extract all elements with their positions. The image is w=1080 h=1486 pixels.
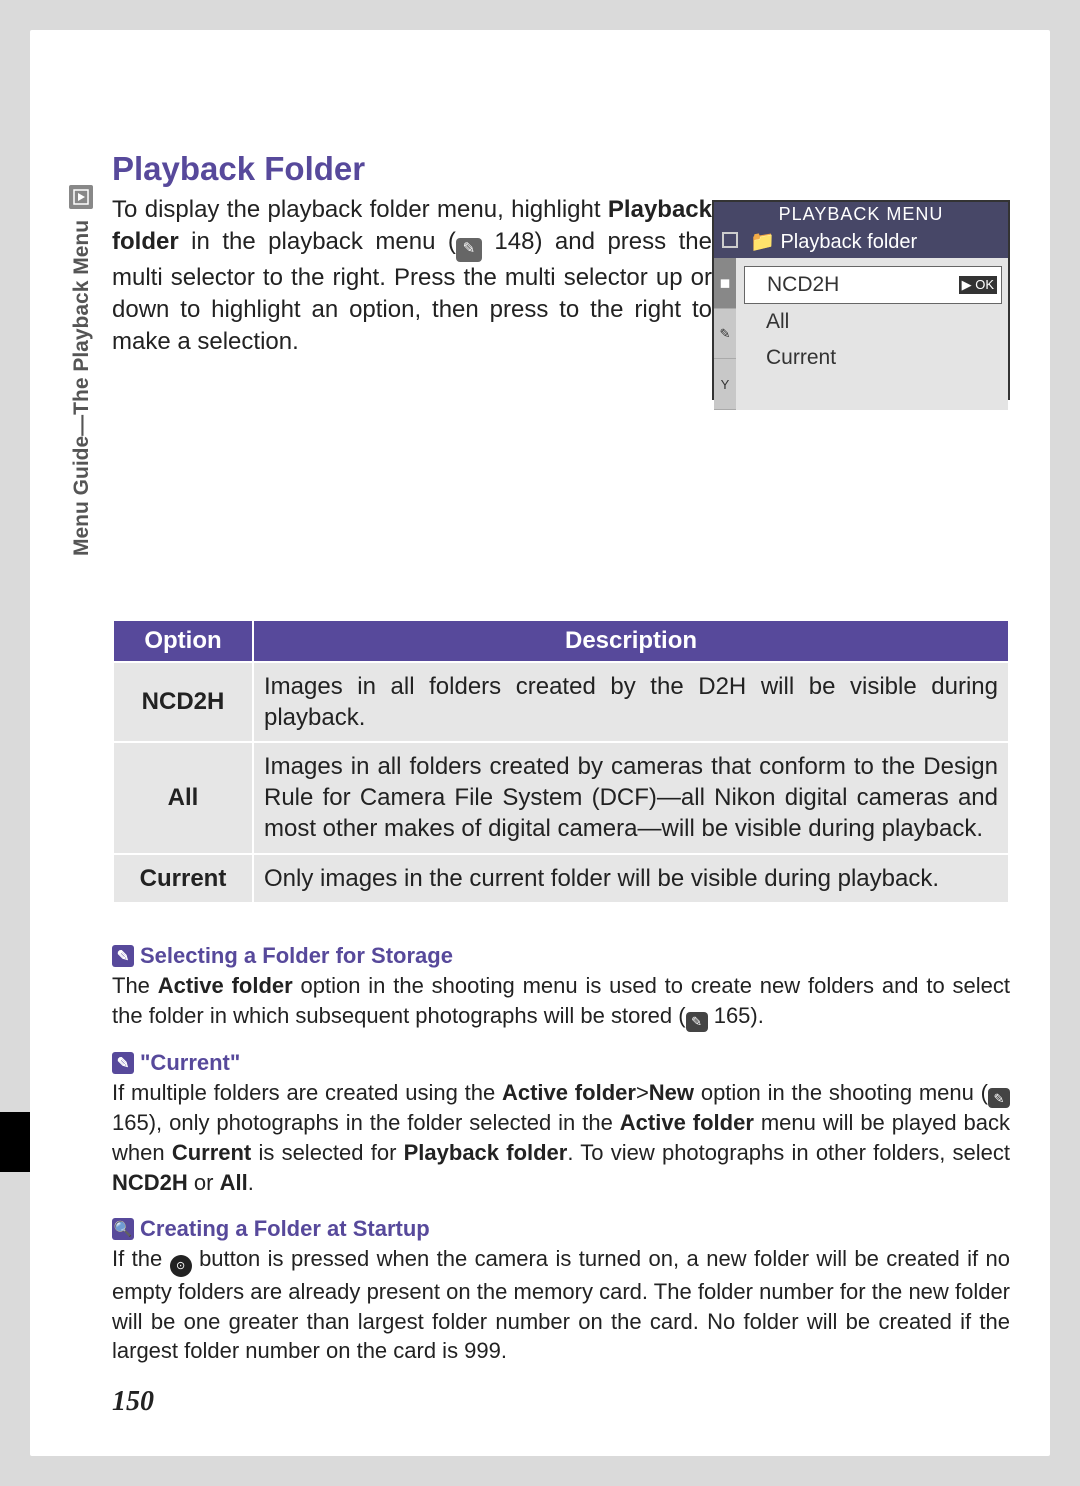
lcd-tab-wrench-icon: Y	[714, 359, 736, 410]
camera-lcd-mock: PLAYBACK MENU 📁 Playback folder ◼ ✎ Y NC…	[712, 200, 1010, 400]
desc-cell: Images in all folders created by the D2H…	[253, 662, 1009, 742]
intro-text: To display the playback folder menu, hig…	[112, 196, 608, 223]
note-text: If multiple folders are created using th…	[112, 1080, 502, 1105]
lcd-tab-pencil-icon: ✎	[714, 309, 736, 360]
opt-cell: Current	[113, 854, 253, 903]
intro-text: in the playback menu (	[179, 228, 456, 255]
note-text: ), only photographs in the folder select…	[149, 1110, 620, 1135]
note-text: is selected for	[251, 1140, 403, 1165]
page-title: Playback Folder	[112, 150, 1010, 188]
lcd-item-ncd2h: NCD2H OK	[744, 266, 1002, 304]
lcd-tab-camera-icon: ◼	[714, 258, 736, 309]
page-content: Playback Folder To display the playback …	[112, 150, 1010, 1416]
magnifier-icon: 🔍	[112, 1218, 134, 1240]
th-description: Description	[253, 620, 1009, 662]
note-bold: New	[649, 1080, 694, 1105]
opt-cell: All	[113, 742, 253, 854]
note-bold: Active folder	[502, 1080, 636, 1105]
page-ref-icon: ✎	[686, 1012, 708, 1032]
note-text: . To view photographs in other folders, …	[567, 1140, 1010, 1165]
lcd-ok-indicator: OK	[959, 276, 997, 294]
page-ref-icon: ✎	[988, 1088, 1010, 1108]
lcd-icon-column: ◼ ✎ Y	[714, 258, 736, 410]
desc-cell: Images in all folders created by cameras…	[253, 742, 1009, 854]
note-text: option in the shooting menu (	[694, 1080, 988, 1105]
note-ref: 165	[714, 1003, 751, 1028]
note-heading-current: ✎ "Current"	[112, 1050, 1010, 1076]
notes-block: ✎ Selecting a Folder for Storage The Act…	[112, 925, 1010, 1416]
playback-section-icon	[69, 185, 93, 209]
side-section-label: Menu Guide—The Playback Menu	[68, 220, 96, 620]
note-body-startup: If the ⊙ button is pressed when the came…	[112, 1244, 1010, 1416]
table-row: All Images in all folders created by cam…	[113, 742, 1009, 854]
manual-page: Menu Guide—The Playback Menu Playback Fo…	[30, 30, 1050, 1456]
note-title: "Current"	[140, 1050, 240, 1076]
camera-button-icon: ⊙	[170, 1255, 192, 1277]
note-bold: Current	[172, 1140, 251, 1165]
note-bold: NCD2H	[112, 1170, 188, 1195]
note-bold: Playback folder	[404, 1140, 568, 1165]
table-row: Current Only images in the current folde…	[113, 854, 1009, 903]
edge-tab-marker	[0, 1112, 30, 1172]
pencil-icon: ✎	[112, 1052, 134, 1074]
note-bold: All	[220, 1170, 248, 1195]
lcd-item-all: All	[744, 304, 1002, 340]
note-heading-startup: 🔍 Creating a Folder at Startup	[112, 1216, 1010, 1242]
page-number: 150	[112, 1386, 154, 1418]
note-body-current: If multiple folders are created using th…	[112, 1078, 1010, 1198]
note-text: ).	[750, 1003, 763, 1028]
note-text: >	[636, 1080, 649, 1105]
note-text: The	[112, 973, 158, 998]
lcd-item-current: Current	[744, 340, 1002, 376]
page-ref-icon: ✎	[456, 238, 482, 262]
lcd-items: NCD2H OK All Current	[744, 266, 1002, 376]
note-title: Selecting a Folder for Storage	[140, 943, 453, 969]
note-bold: Active folder	[620, 1110, 754, 1135]
lcd-subtitle: 📁 Playback folder	[714, 227, 1008, 258]
pencil-icon: ✎	[112, 945, 134, 967]
lcd-title: PLAYBACK MENU	[714, 202, 1008, 227]
th-option: Option	[113, 620, 253, 662]
note-title: Creating a Folder at Startup	[140, 1216, 430, 1242]
desc-cell: Only images in the current folder will b…	[253, 854, 1009, 903]
note-text: or	[188, 1170, 220, 1195]
note-body-storage: The Active folder option in the shooting…	[112, 971, 1010, 1031]
opt-cell: NCD2H	[113, 662, 253, 742]
note-heading-storage: ✎ Selecting a Folder for Storage	[112, 943, 1010, 969]
options-table: Option Description NCD2H Images in all f…	[112, 619, 1010, 904]
lcd-subtitle-text: Playback folder	[780, 231, 917, 253]
table-row: NCD2H Images in all folders created by t…	[113, 662, 1009, 742]
lcd-item-label: NCD2H	[767, 273, 839, 296]
note-text: If the	[112, 1246, 170, 1271]
lcd-body: ◼ ✎ Y NCD2H OK All Current	[714, 258, 1008, 410]
note-ref: 165	[112, 1110, 149, 1135]
note-text: .	[248, 1170, 254, 1195]
note-text: button is pressed when the camera is tur…	[112, 1246, 1010, 1364]
note-bold: Active folder	[158, 973, 293, 998]
intro-paragraph: To display the playback folder menu, hig…	[112, 194, 712, 359]
intro-ref-page: 148	[494, 228, 534, 255]
